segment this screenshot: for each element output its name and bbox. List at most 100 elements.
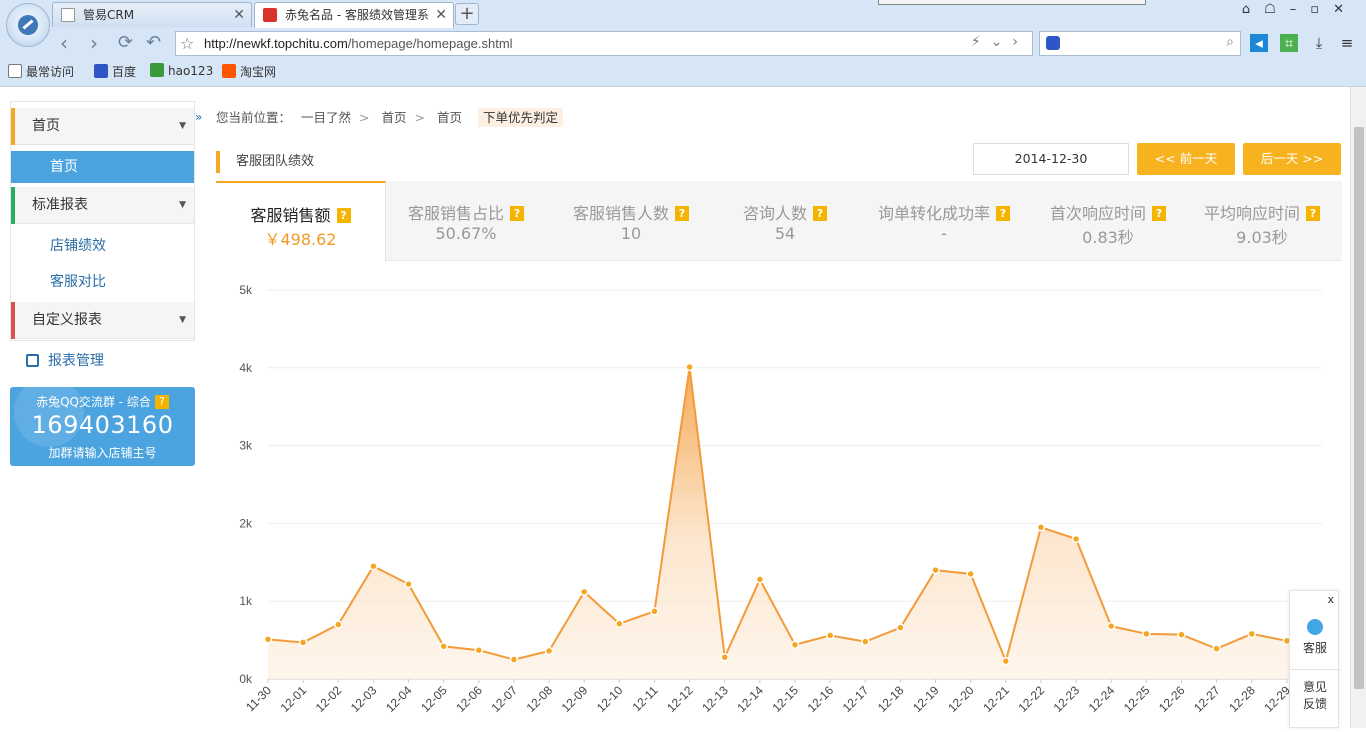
data-point[interactable] — [263, 635, 273, 644]
back-icon[interactable]: ‹ — [60, 32, 68, 54]
download-icon[interactable]: ⤓ — [1310, 34, 1328, 52]
sidebar-toggle-icon[interactable]: ◂ — [1250, 34, 1268, 52]
tab-avg-response[interactable]: 平均响应时间? 9.03秒 — [1182, 181, 1342, 261]
help-icon[interactable]: ? — [1152, 206, 1166, 221]
lock-icon[interactable]: ⌂ — [1242, 2, 1264, 17]
bookmark-star-icon[interactable]: ☆ — [180, 34, 194, 53]
bookmark-taobao[interactable]: 淘宝网 — [222, 63, 276, 80]
data-point[interactable] — [825, 631, 835, 640]
data-point[interactable] — [579, 587, 589, 597]
date-input[interactable]: 2014-12-30 — [973, 143, 1129, 175]
data-point[interactable] — [1071, 534, 1081, 544]
maximize-icon[interactable]: ▫ — [1310, 2, 1333, 17]
help-icon[interactable]: ? — [996, 206, 1010, 221]
close-window-icon[interactable]: ✕ — [1333, 2, 1358, 17]
tab-first-response[interactable]: 首次响应时间? 0.83秒 — [1034, 181, 1182, 261]
scrollbar-thumb[interactable] — [1354, 127, 1364, 689]
close-icon[interactable]: x — [1327, 593, 1334, 606]
go-icon[interactable]: › — [1012, 34, 1028, 50]
bookmark-baidu[interactable]: 百度 — [94, 63, 136, 80]
collapse-sidebar-icon[interactable]: » — [195, 110, 205, 132]
new-tab-button[interactable]: + — [455, 3, 479, 25]
data-point[interactable] — [1106, 621, 1116, 631]
data-point[interactable] — [650, 607, 659, 616]
data-point[interactable] — [790, 640, 800, 650]
address-bar[interactable]: ☆ http://newkf.topchitu.com/homepage/hom… — [175, 31, 1033, 56]
data-point[interactable] — [755, 575, 765, 584]
tab-conversion-rate[interactable]: 询单转化成功率? - — [854, 181, 1034, 261]
prev-day-button[interactable]: << 前一天 — [1137, 143, 1235, 175]
data-point[interactable] — [334, 620, 343, 629]
data-point[interactable] — [720, 652, 729, 662]
tab-chitu[interactable]: 赤兔名品 - 客服绩效管理系 ✕ — [254, 2, 454, 28]
sidebar-section-standard-reports[interactable]: 标准报表 ▼ — [11, 187, 194, 224]
report-manage-link[interactable]: 报表管理 — [10, 345, 195, 377]
page-icon — [61, 8, 75, 22]
help-icon[interactable]: ? — [154, 395, 169, 409]
x-tick-label: 12-28 — [1226, 683, 1258, 715]
lightning-icon[interactable]: ⚡ — [971, 34, 991, 50]
data-point[interactable] — [1247, 629, 1256, 639]
x-tick-label: 12-10 — [594, 683, 626, 715]
data-point[interactable] — [1212, 644, 1221, 653]
forward-icon[interactable]: › — [90, 32, 98, 54]
browser-logo-icon[interactable] — [6, 3, 50, 47]
close-icon[interactable]: ✕ — [435, 3, 447, 27]
data-point[interactable] — [404, 579, 413, 589]
dropdown-icon[interactable]: ⌄ — [991, 34, 1013, 50]
data-point[interactable] — [685, 362, 694, 372]
menu-icon[interactable]: ≡ — [1338, 34, 1356, 52]
screenshot-icon[interactable]: ⌗ — [1280, 34, 1298, 52]
scrollbar[interactable] — [1350, 87, 1366, 728]
sidebar-item-home[interactable]: 首页 — [11, 151, 194, 183]
data-point[interactable] — [966, 569, 975, 579]
data-point[interactable] — [474, 645, 484, 655]
data-point[interactable] — [1036, 523, 1046, 532]
tab-sales-staff-count[interactable]: 客服销售人数? 10 — [546, 181, 716, 261]
bookmark-hao123[interactable]: hao123 — [150, 63, 213, 78]
help-icon[interactable]: ? — [675, 206, 689, 221]
sidebar-section-home[interactable]: 首页 ▼ — [11, 108, 194, 145]
data-point[interactable] — [931, 565, 940, 575]
breadcrumb-item[interactable]: 首页 — [381, 110, 406, 125]
data-point[interactable] — [509, 655, 519, 664]
tab-inquiry-count[interactable]: 咨询人数? 54 — [716, 181, 854, 261]
undo-icon[interactable]: ↶ — [146, 32, 161, 54]
data-point[interactable] — [544, 646, 554, 656]
x-tick-label: 12-04 — [383, 683, 415, 715]
breadcrumb-tag[interactable]: 下单优先判定 — [477, 108, 563, 127]
data-point[interactable] — [1142, 629, 1151, 639]
data-point[interactable] — [369, 561, 378, 571]
search-icon[interactable]: ⌕ — [1226, 34, 1234, 50]
next-day-button[interactable]: 后一天 >> — [1243, 143, 1341, 175]
minimize-icon[interactable]: – — [1290, 2, 1311, 17]
close-icon[interactable]: ✕ — [233, 3, 245, 27]
bookmark-most-visited[interactable]: 最常访问 — [8, 63, 74, 80]
help-icon[interactable]: ? — [336, 208, 351, 223]
data-point[interactable] — [1177, 630, 1186, 639]
data-point[interactable] — [896, 623, 905, 632]
data-point[interactable] — [439, 642, 448, 651]
data-point[interactable] — [1001, 656, 1011, 666]
help-icon[interactable]: ? — [1306, 206, 1320, 221]
data-point[interactable] — [298, 638, 308, 647]
url-text[interactable]: http://newkf.topchitu.com/homepage/homep… — [204, 36, 513, 51]
breadcrumb-item[interactable]: 一目了然 — [301, 110, 351, 125]
tab-crm[interactable]: 管易CRM ✕ — [52, 2, 252, 27]
refresh-icon[interactable]: ⟳ — [118, 32, 133, 54]
baidu-paw-icon[interactable] — [1046, 36, 1060, 50]
tab-sales-ratio[interactable]: 客服销售占比? 50.67% — [386, 181, 546, 261]
feedback-link[interactable]: 意见 反馈 — [1290, 679, 1340, 713]
search-box[interactable]: ⌕ — [1039, 31, 1241, 56]
help-icon[interactable]: ? — [510, 206, 524, 221]
data-point[interactable] — [861, 637, 870, 646]
help-icon[interactable]: ? — [813, 206, 827, 221]
service-link[interactable]: 客服 — [1290, 639, 1340, 656]
data-point[interactable] — [615, 619, 624, 629]
sidebar-item-store-performance[interactable]: 店铺绩效 — [11, 230, 194, 262]
sidebar-item-service-compare[interactable]: 客服对比 — [11, 266, 194, 298]
service-chat-icon[interactable] — [1307, 619, 1323, 635]
tab-sales-amount[interactable]: 客服销售额? ￥498.62 — [216, 181, 386, 262]
shirt-icon[interactable]: ☖ — [1264, 2, 1290, 17]
sidebar-section-custom-reports[interactable]: 自定义报表 ▼ — [11, 302, 194, 339]
